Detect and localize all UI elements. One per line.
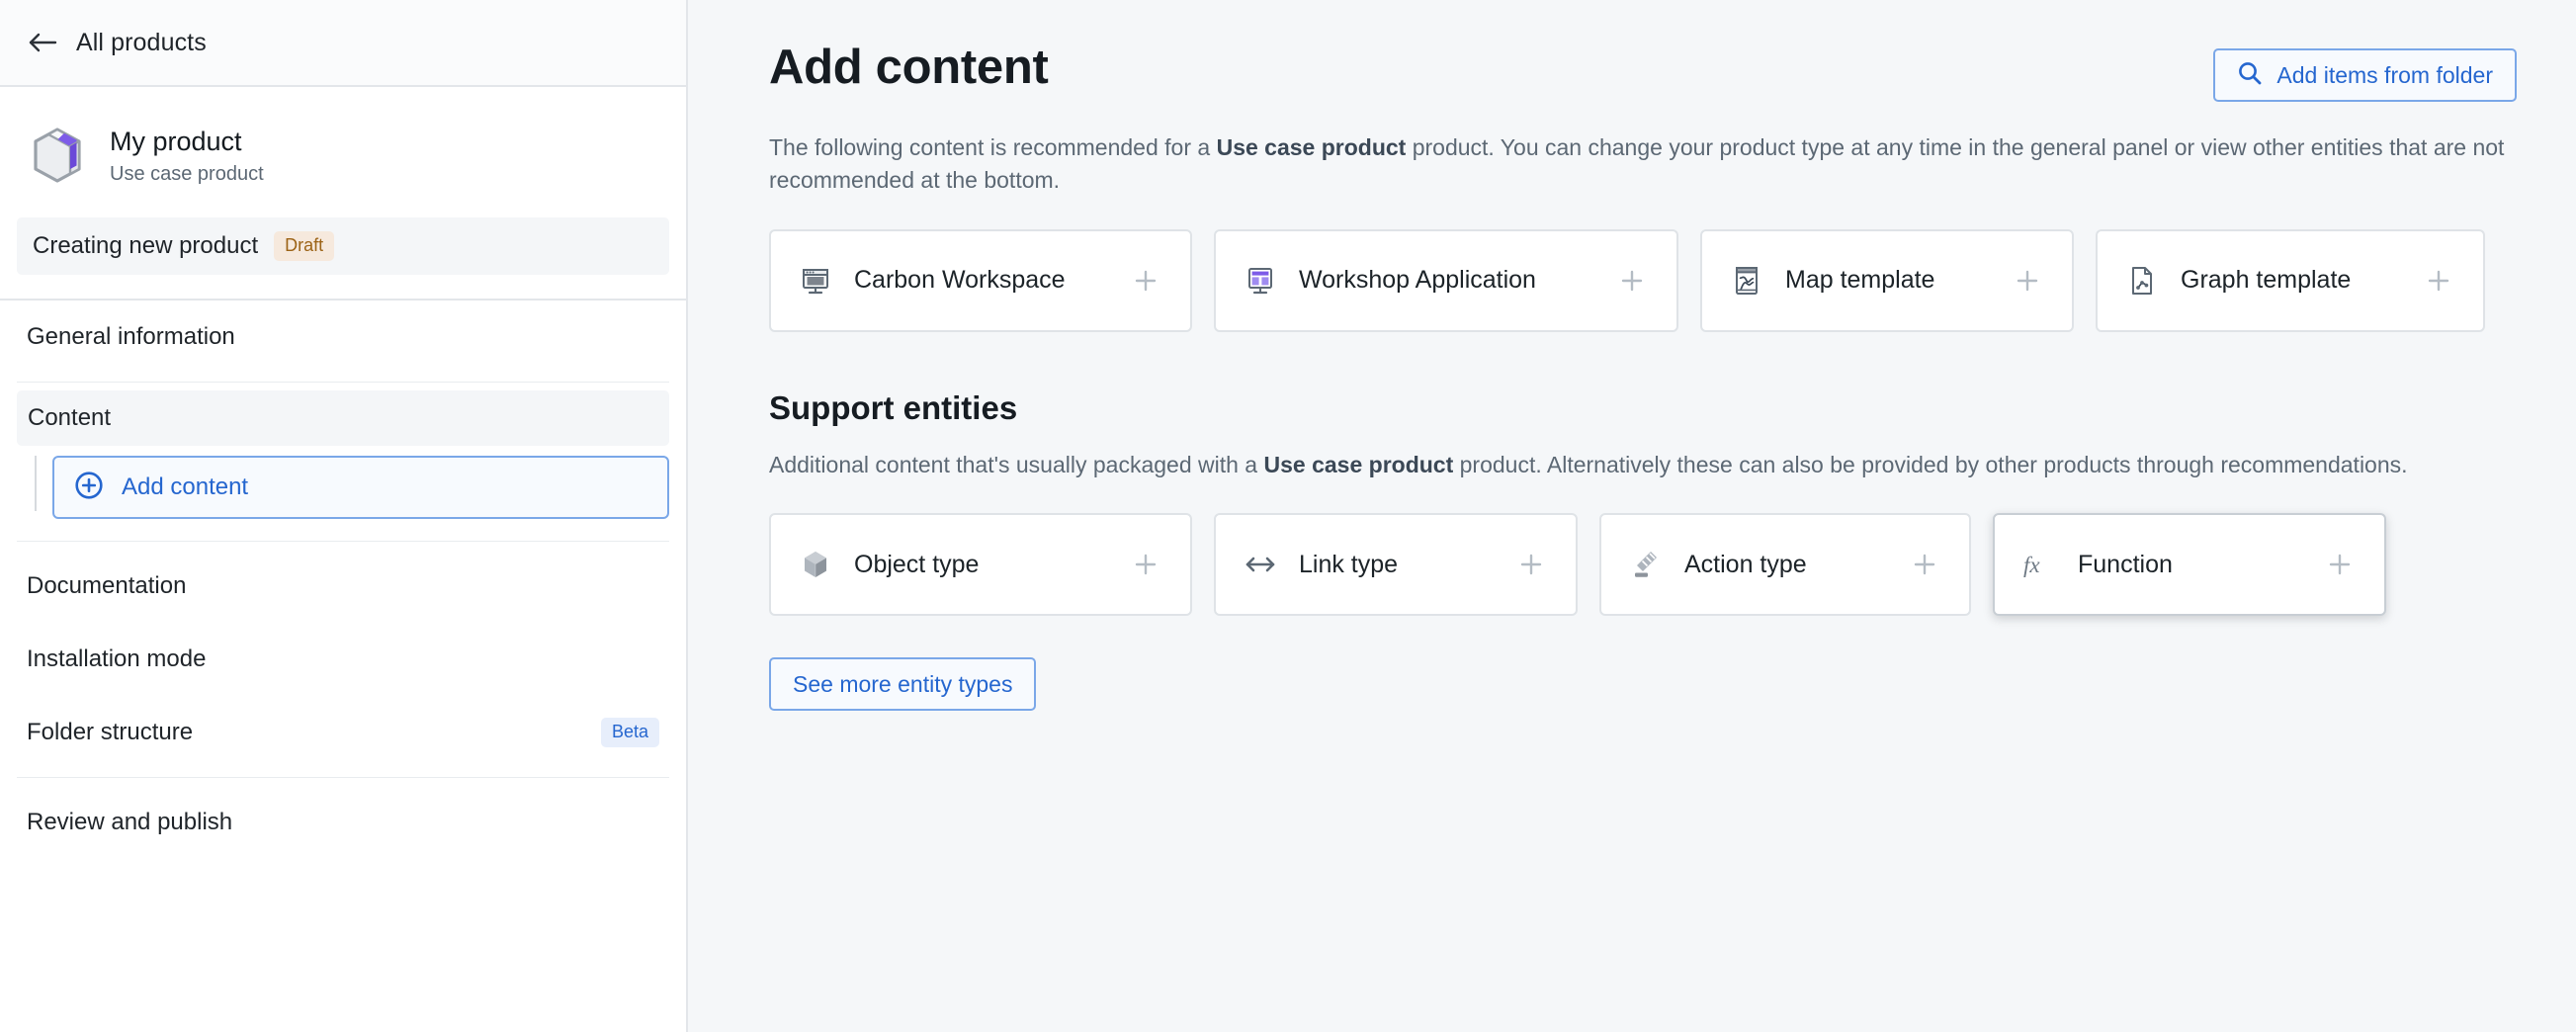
card-map-template[interactable]: Map template	[1700, 228, 2074, 332]
app-root: All products My product Use case product…	[0, 0, 2576, 1032]
card-carbon-workspace[interactable]: Carbon Workspace	[769, 228, 1192, 332]
sidebar-item-installation-mode[interactable]: Installation mode	[0, 623, 686, 696]
graph-document-icon	[2125, 264, 2159, 298]
plus-icon[interactable]	[2323, 548, 2357, 581]
see-more-entity-types-button[interactable]: See more entity types	[769, 657, 1037, 712]
back-label: All products	[76, 28, 207, 56]
card-label: Action type	[1684, 550, 1807, 578]
sidebar-item-label: Installation mode	[27, 645, 207, 672]
product-name: My product	[110, 127, 242, 156]
plus-icon[interactable]	[1129, 548, 1162, 581]
support-card-row: Object type Link type Action type fx Fun…	[769, 513, 2517, 617]
sidebar-item-label: Folder structure	[27, 719, 194, 745]
add-items-from-folder-label: Add items from folder	[2276, 61, 2493, 88]
plus-icon[interactable]	[2011, 264, 2044, 298]
recommended-description: The following content is recommended for…	[769, 131, 2517, 198]
sidebar-item-label: Review and publish	[27, 809, 233, 835]
card-label: Graph template	[2181, 266, 2352, 295]
card-link-type[interactable]: Link type	[1214, 513, 1578, 617]
plus-icon[interactable]	[1908, 548, 1941, 581]
support-desc-part1: Additional content that's usually packag…	[769, 451, 1264, 477]
sidebar-item-content[interactable]: Content	[17, 390, 669, 446]
plus-icon[interactable]	[1514, 548, 1548, 581]
card-label: Link type	[1299, 550, 1399, 578]
beta-badge: Beta	[600, 718, 659, 747]
add-content-button[interactable]: Add content	[52, 456, 669, 519]
main-header: Add content Add items from folder	[769, 40, 2517, 102]
recommended-card-row: Carbon Workspace Workshop Application Ma…	[769, 228, 2517, 332]
add-items-from-folder-button[interactable]: Add items from folder	[2213, 48, 2517, 102]
page-title: Add content	[769, 41, 1049, 94]
add-content-subitem-wrap: Add content	[0, 446, 686, 533]
card-function[interactable]: fx Function	[1993, 513, 2386, 617]
sidebar-divider-3	[17, 777, 669, 778]
gavel-icon	[1629, 548, 1663, 581]
cube-icon	[799, 548, 832, 581]
sidebar-item-label: General information	[27, 323, 235, 350]
card-label: Function	[2078, 550, 2173, 578]
plus-icon[interactable]	[2422, 264, 2455, 298]
sidebar-item-label: Documentation	[27, 572, 187, 599]
sidebar-item-general-information[interactable]: General information	[0, 301, 686, 374]
monitor-icon	[799, 264, 832, 298]
creating-new-product-row[interactable]: Creating new product Draft	[17, 217, 669, 275]
card-workshop-application[interactable]: Workshop Application	[1214, 228, 1678, 332]
support-entities-title: Support entities	[769, 388, 1018, 426]
main-content: Add content Add items from folder The fo…	[688, 0, 2576, 1032]
sidebar-item-review-and-publish[interactable]: Review and publish	[0, 786, 686, 859]
support-entities-description: Additional content that's usually packag…	[769, 449, 2517, 481]
back-to-all-products[interactable]: All products	[0, 0, 686, 87]
add-content-label: Add content	[122, 473, 249, 500]
see-more-label: See more entity types	[793, 670, 1013, 697]
status-badge: Draft	[274, 231, 335, 261]
sidebar-item-folder-structure[interactable]: Folder structure Beta	[0, 696, 686, 769]
card-label: Object type	[854, 550, 980, 578]
fx-icon: fx	[2022, 548, 2056, 581]
card-graph-template[interactable]: Graph template	[2096, 228, 2485, 332]
plus-icon[interactable]	[1615, 264, 1649, 298]
arrow-left-icon	[27, 27, 58, 58]
card-label: Map template	[1785, 266, 1935, 295]
sidebar-item-documentation[interactable]: Documentation	[0, 550, 686, 623]
product-subtitle: Use case product	[110, 163, 264, 185]
card-action-type[interactable]: Action type	[1599, 513, 1971, 617]
sidebar-item-label: Content	[28, 404, 112, 431]
sidebar-divider-1	[17, 382, 669, 383]
card-label: Workshop Application	[1299, 266, 1536, 295]
plus-circle-icon	[74, 471, 104, 505]
sidebar: All products My product Use case product…	[0, 0, 688, 1032]
support-desc-emphasis: Use case product	[1263, 451, 1454, 477]
product-box-icon	[27, 125, 88, 186]
tree-rail	[17, 456, 52, 519]
product-header: My product Use case product	[0, 87, 686, 206]
card-label: Carbon Workspace	[854, 266, 1066, 295]
product-meta: My product Use case product	[110, 123, 264, 186]
sidebar-divider-2	[17, 541, 669, 542]
card-object-type[interactable]: Object type	[769, 513, 1192, 617]
plus-icon[interactable]	[1129, 264, 1162, 298]
map-icon	[1730, 264, 1763, 298]
svg-text:fx: fx	[2023, 553, 2040, 577]
workshop-layout-icon	[1244, 264, 1277, 298]
desc-emphasis: Use case product	[1216, 134, 1407, 160]
search-icon	[2237, 60, 2263, 91]
sidebar-nav: General information Content Add content	[0, 301, 686, 859]
arrows-horizontal-icon	[1244, 548, 1277, 581]
creating-new-product-label: Creating new product	[33, 232, 259, 259]
support-desc-part2: product. Alternatively these can also be…	[1453, 451, 2408, 477]
desc-part1: The following content is recommended for…	[769, 134, 1217, 160]
